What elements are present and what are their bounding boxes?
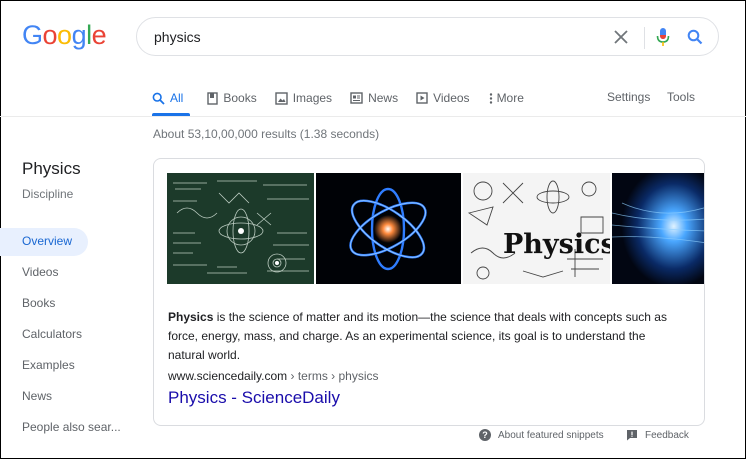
blue-energy-image[interactable]: [612, 173, 705, 284]
image-strip: Physics: [167, 173, 705, 284]
tab-images[interactable]: Images: [275, 88, 332, 108]
close-icon: [614, 30, 628, 44]
logo-letter: G: [22, 20, 43, 50]
nav-item-calculators[interactable]: Calculators: [0, 321, 140, 352]
logo-letter: g: [71, 20, 87, 50]
search-box: [136, 17, 719, 56]
logo-letter: o: [57, 20, 72, 50]
search-input[interactable]: [154, 27, 584, 47]
chalkboard-image[interactable]: [167, 173, 314, 284]
voice-search-button[interactable]: [653, 26, 673, 48]
snippet-body: is the science of matter and its motion—…: [168, 310, 667, 362]
search-button[interactable]: [685, 27, 705, 47]
news-icon: [350, 92, 363, 104]
svg-text:?: ?: [482, 430, 488, 440]
search-tabs: All Books Images News Videos More: [152, 88, 542, 108]
tab-label: Videos: [433, 91, 470, 105]
tab-all[interactable]: All: [152, 88, 183, 108]
nav-item-examples[interactable]: Examples: [0, 352, 140, 383]
entity-nav: Overview Videos Books Calculators Exampl…: [0, 228, 140, 445]
microphone-icon: [656, 28, 670, 46]
tab-label: Books: [223, 91, 257, 105]
nav-item-videos[interactable]: Videos: [0, 259, 140, 290]
search-box-divider: [644, 27, 645, 49]
search-icon: [687, 29, 703, 45]
feedback-label: Feedback: [645, 429, 689, 441]
feedback-icon: [627, 430, 637, 441]
tab-label: All: [170, 91, 184, 105]
header-divider: [0, 116, 746, 117]
tab-books[interactable]: Books: [207, 88, 257, 108]
result-citation: www.sciencedaily.com › terms › physics: [168, 369, 379, 383]
google-logo[interactable]: Google: [22, 20, 107, 51]
more-vert-icon: [489, 92, 492, 104]
logo-letter: o: [42, 20, 58, 50]
feedback-link[interactable]: Feedback: [626, 429, 689, 441]
video-icon: [416, 92, 428, 104]
result-title-link[interactable]: Physics - ScienceDaily: [168, 388, 340, 408]
settings-link[interactable]: Settings: [607, 90, 650, 104]
tab-label: More: [496, 91, 524, 105]
logo-letter: e: [91, 20, 107, 50]
entity-title: Physics: [22, 159, 81, 178]
tools-link[interactable]: Tools: [667, 90, 695, 104]
doodle-word: Physics: [503, 229, 610, 260]
about-label: About featured snippets: [498, 429, 604, 441]
result-stats: About 53,10,00,000 results (1.38 seconds…: [153, 127, 380, 141]
nav-item-overview[interactable]: Overview: [0, 228, 88, 256]
image-icon: [275, 91, 288, 105]
tab-label: Images: [292, 91, 333, 105]
search-icon: [152, 92, 165, 105]
physics-doodle-image[interactable]: Physics: [463, 173, 610, 284]
book-icon: [207, 91, 219, 105]
nav-item-people-also-search[interactable]: People also sear...: [0, 414, 140, 445]
featured-snippet-card: Physics Physics is the science of matter: [153, 158, 705, 426]
tab-more[interactable]: More: [488, 88, 524, 108]
cite-path: › terms › physics: [287, 369, 379, 383]
nav-item-books[interactable]: Books: [0, 290, 140, 321]
help-icon: ?: [479, 429, 491, 441]
tab-label: News: [368, 91, 399, 105]
nav-item-news[interactable]: News: [0, 383, 140, 414]
tab-videos[interactable]: Videos: [416, 88, 470, 108]
entity-subtitle: Discipline: [22, 187, 74, 201]
clear-search-button[interactable]: [611, 27, 631, 47]
cite-domain: www.sciencedaily.com: [168, 369, 288, 383]
atom-glow-image[interactable]: [316, 173, 461, 284]
snippet-bold-term: Physics: [168, 310, 214, 324]
tab-news[interactable]: News: [350, 88, 398, 108]
about-featured-snippets[interactable]: ? About featured snippets: [479, 429, 604, 441]
snippet-text: Physics is the science of matter and its…: [168, 308, 668, 365]
